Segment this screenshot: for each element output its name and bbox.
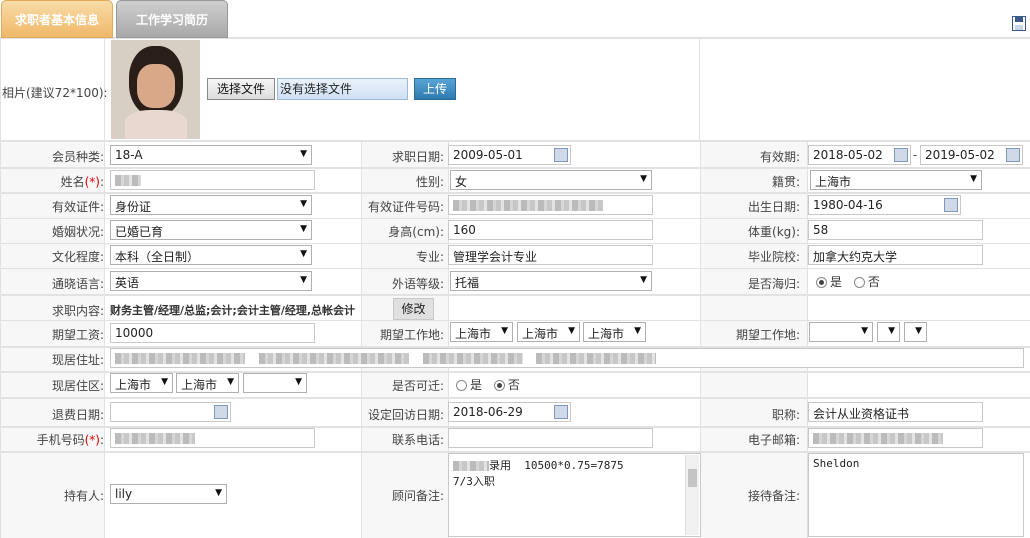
no-file-text: 没有选择文件 (277, 78, 408, 100)
holder-label: 持有人: (63, 489, 104, 503)
height-input[interactable]: 160 (448, 220, 653, 240)
height-label: 身高(cm): (388, 225, 444, 239)
job-date-input[interactable]: 2009-05-01 (448, 145, 571, 165)
calendar-icon[interactable] (1006, 148, 1020, 162)
location-select-2[interactable]: 上海市 ▼ (517, 322, 580, 342)
choose-file-button[interactable]: 选择文件 (207, 78, 275, 100)
education-label: 文化程度: (51, 250, 104, 264)
area-select-2[interactable]: 上海市 ▼ (176, 373, 239, 393)
relocate-no-radio[interactable] (493, 380, 505, 391)
valid-from-input[interactable]: 2018-05-02 (808, 145, 911, 165)
birth-date-label: 出生日期: (747, 200, 800, 214)
member-type-label: 会员种类: (51, 150, 104, 164)
refund-date-label: 退费日期: (51, 408, 104, 422)
birth-date-input[interactable]: 1980-04-16 (808, 195, 961, 215)
upload-button[interactable]: 上传 (414, 78, 456, 100)
native-place-select[interactable]: 上海市 ▼ (810, 170, 982, 190)
avatar (111, 40, 200, 139)
area-select-1[interactable]: 上海市 ▼ (110, 373, 173, 393)
gender-select[interactable]: 女 ▼ (450, 170, 652, 190)
overseas-no-radio[interactable] (853, 277, 865, 288)
id-number-input[interactable] (448, 195, 653, 215)
major-input[interactable]: 管理学会计专业 (448, 245, 653, 265)
job-content-label: 求职内容: (51, 304, 104, 318)
job-date-label: 求职日期: (391, 150, 444, 164)
callback-date-label: 设定回访日期: (367, 408, 444, 422)
tel-label: 联系电话: (391, 433, 444, 447)
id-type-label: 有效证件: (51, 200, 104, 214)
tab-work-study[interactable]: 工作学习简历 (116, 0, 228, 38)
tel-input[interactable] (448, 428, 653, 448)
overseas-label: 是否海归: (747, 277, 800, 291)
valid-label: 有效期: (759, 150, 800, 164)
native-place-label: 籍贯: (771, 175, 800, 189)
consultant-note-textarea[interactable]: 录用 10500*0.75=7875 7/3入职 (448, 453, 701, 537)
photo-label: 相片(建议72*100): (2, 86, 108, 100)
tab-basic-info[interactable]: 求职者基本信息 (1, 0, 113, 38)
consultant-note-label: 顾问备注: (391, 489, 444, 503)
language-select[interactable]: 英语 ▼ (110, 271, 312, 291)
email-label: 电子邮箱: (747, 433, 800, 447)
relocate-yes-radio[interactable] (456, 380, 467, 391)
scrollbar[interactable] (685, 455, 699, 535)
marriage-select[interactable]: 已婚已育 ▼ (110, 220, 312, 240)
gender-label: 性别: (415, 175, 444, 189)
save-icon[interactable] (1012, 16, 1026, 31)
expected-location-label: 期望工作地: (379, 328, 444, 342)
weight-label: 体重(kg): (748, 225, 800, 239)
location-select-5[interactable]: ▼ (877, 322, 900, 342)
location-select-3[interactable]: 上海市 ▼ (583, 322, 646, 342)
foreign-level-select[interactable]: 托福 ▼ (450, 271, 652, 291)
name-label: 姓名(*): (60, 175, 104, 189)
member-type-select[interactable]: 18-A ▼ (110, 145, 312, 165)
reception-note-textarea[interactable]: Sheldon (808, 453, 1024, 537)
marriage-label: 婚姻状况: (51, 225, 104, 239)
foreign-level-label: 外语等级: (391, 277, 444, 291)
mobile-input[interactable] (110, 428, 315, 448)
calendar-icon[interactable] (554, 148, 568, 162)
expected-location-label-2: 期望工作地: (735, 328, 800, 342)
job-content-text: 财务主管/经理/总监;会计;会计主管/经理,总帐会计 (110, 304, 356, 317)
area-label: 现居住区: (51, 379, 104, 393)
calendar-icon[interactable] (944, 198, 958, 212)
address-label: 现居住址: (51, 353, 104, 367)
valid-to-input[interactable]: 2019-05-02 (920, 145, 1023, 165)
title-input[interactable]: 会计从业资格证书 (808, 402, 983, 422)
weight-input[interactable]: 58 (808, 220, 983, 240)
language-label: 通晓语言: (51, 277, 104, 291)
reception-note-label: 接待备注: (747, 489, 800, 503)
location-select-6[interactable]: ▼ (904, 322, 927, 342)
school-label: 毕业院校: (747, 250, 800, 264)
area-select-3[interactable]: ▼ (243, 373, 307, 393)
calendar-icon[interactable] (214, 405, 228, 419)
refund-date-input[interactable] (110, 402, 231, 422)
location-select-4[interactable]: ▼ (809, 322, 873, 342)
calendar-icon[interactable] (894, 148, 908, 162)
salary-input[interactable]: 10000 (110, 323, 315, 343)
education-select[interactable]: 本科（全日制） ▼ (110, 245, 312, 265)
school-input[interactable]: 加拿大约克大学 (808, 245, 983, 265)
email-input[interactable] (808, 428, 983, 448)
salary-label: 期望工资: (51, 328, 104, 342)
id-number-label: 有效证件号码: (367, 200, 444, 214)
name-input[interactable] (110, 170, 315, 190)
relocate-radio-group: 是 否 (456, 376, 520, 393)
title-label: 职称: (771, 408, 800, 422)
edit-job-button[interactable]: 修改 (393, 298, 434, 320)
calendar-icon[interactable] (554, 405, 568, 419)
relocate-label: 是否可迁: (391, 379, 444, 393)
major-label: 专业: (415, 250, 444, 264)
overseas-radio-group: 是 否 (816, 273, 880, 290)
holder-select[interactable]: lily ▼ (110, 484, 227, 504)
address-input[interactable] (110, 348, 1024, 368)
tab-bar: 求职者基本信息 工作学习简历 (0, 0, 1030, 38)
overseas-yes-radio[interactable] (816, 277, 827, 288)
callback-date-input[interactable]: 2018-06-29 (448, 402, 571, 422)
date-separator: - (912, 148, 918, 162)
location-select-1[interactable]: 上海市 ▼ (450, 322, 513, 342)
id-type-select[interactable]: 身份证 ▼ (110, 195, 312, 215)
mobile-label: 手机号码(*): (36, 433, 104, 447)
